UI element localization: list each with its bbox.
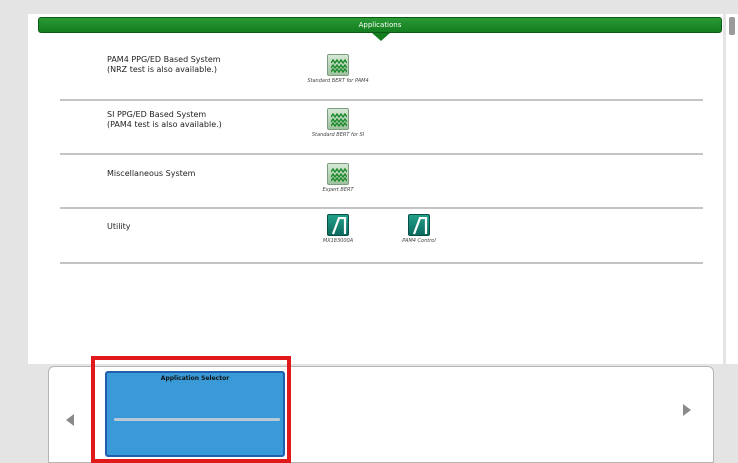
section-divider (60, 262, 703, 264)
card-progress-bar (114, 418, 280, 421)
waveform-icon (327, 54, 349, 76)
utility-slash-icon (327, 214, 349, 236)
section-label-pam4: PAM4 PPG/ED Based System (NRZ test is al… (107, 55, 221, 74)
right-edge-panel (726, 14, 738, 364)
app-caption: Standard BERT for SI (311, 132, 365, 138)
left-arrow-icon[interactable] (66, 414, 74, 426)
app-pam4-control[interactable]: PAM4 Control (388, 214, 450, 244)
app-mx183000a[interactable]: MX183000A (306, 214, 370, 244)
applications-title-bar: Applications (38, 17, 722, 33)
right-arrow-icon[interactable] (683, 404, 691, 416)
waveform-icon (327, 108, 349, 130)
section-divider (60, 99, 703, 101)
section-divider (60, 153, 703, 155)
section-label-utility: Utility (107, 222, 131, 231)
app-standard-bert-pam4[interactable]: Standard BERT for PAM4 (302, 54, 374, 84)
section-label-misc: Miscellaneous System (107, 169, 196, 178)
section-label-si: SI PPG/ED Based System (PAM4 test is als… (107, 110, 222, 129)
utility-slash-icon (408, 214, 430, 236)
section-divider (60, 207, 703, 209)
app-expert-bert[interactable]: Expert BERT (307, 163, 369, 193)
app-caption: PAM4 Control (402, 238, 436, 244)
card-title: Application Selector (160, 375, 230, 382)
waveform-icon (327, 163, 349, 185)
app-caption: Expert BERT (322, 187, 354, 193)
app-caption: MX183000A (322, 238, 354, 244)
application-selector-card[interactable]: Application Selector (105, 371, 285, 457)
app-caption: Standard BERT for PAM4 (307, 78, 369, 84)
side-tab-handle[interactable] (729, 17, 735, 35)
app-standard-bert-si[interactable]: Standard BERT for SI (300, 108, 376, 138)
title-notch-indicator (372, 33, 390, 41)
